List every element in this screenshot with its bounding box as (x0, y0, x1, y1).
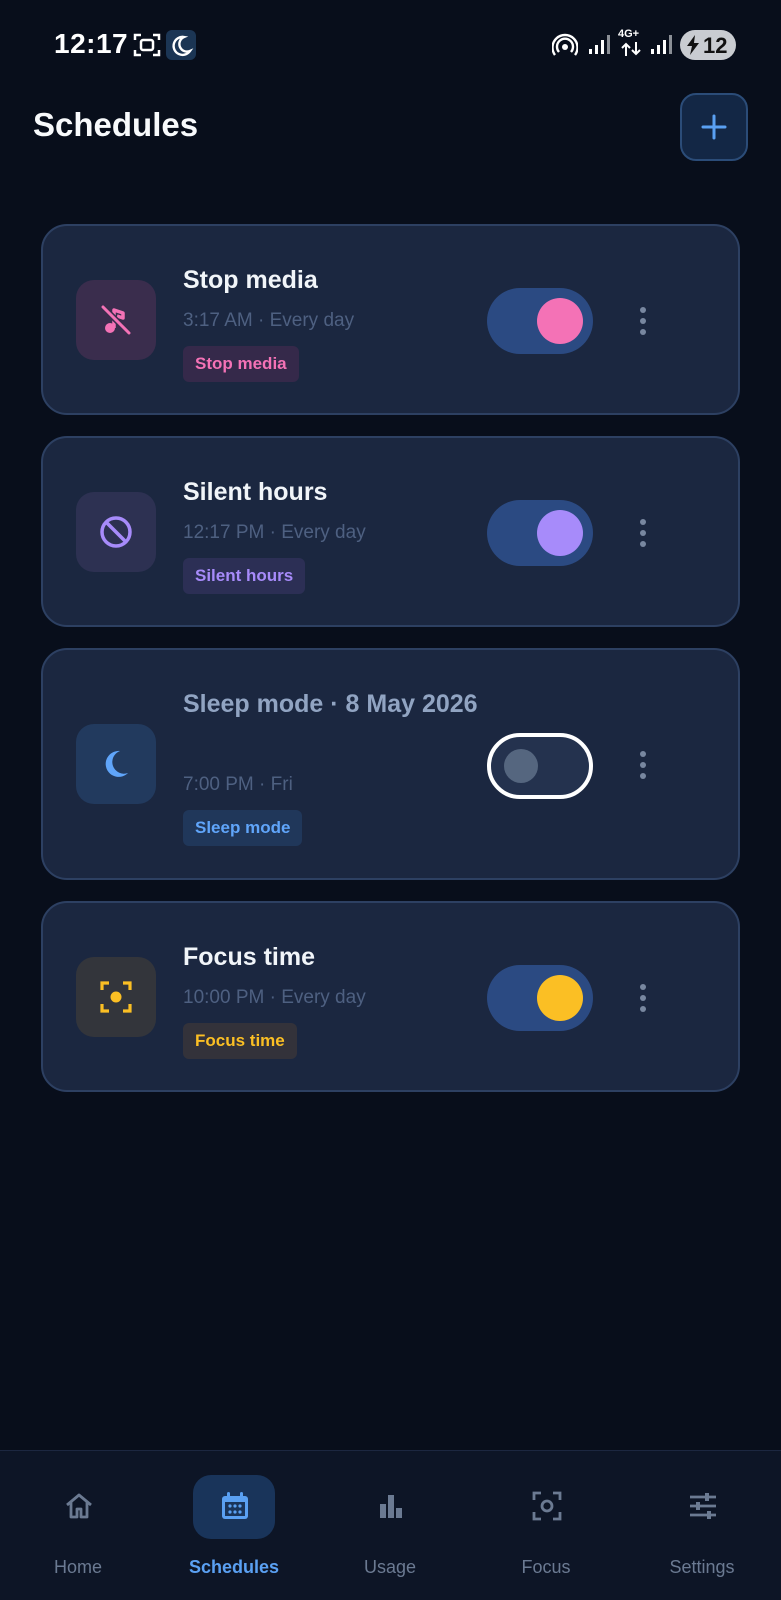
nav-label: Usage (363, 1557, 417, 1577)
block-icon (100, 516, 132, 548)
schedule-icon-tile (76, 492, 156, 572)
data-arrows-icon (621, 42, 641, 56)
nav-label: Settings (669, 1557, 735, 1577)
schedule-time: 12:17 PM · Every day (183, 522, 366, 543)
schedule-tag: Stop media (183, 346, 299, 382)
nav-item-home[interactable]: Home (13, 1473, 143, 1583)
hotspot-icon (552, 33, 578, 56)
calendar-icon (222, 1492, 248, 1519)
schedules-screen: 12:17 4G+ 12 Schedules Stop media 3:17 A… (0, 0, 781, 1600)
schedule-toggle[interactable] (487, 965, 593, 1031)
schedule-toggle[interactable] (487, 733, 593, 799)
add-schedule-button[interactable] (680, 93, 748, 161)
schedule-tag: Silent hours (183, 558, 306, 594)
toggle-knob (537, 975, 583, 1021)
toggle-knob (504, 749, 538, 783)
schedule-card-sleep-mode[interactable]: Sleep mode · 8 May 2026 7:00 PM · Fri Sl… (41, 648, 740, 880)
focus-frame-icon (532, 1491, 562, 1521)
nav-item-focus[interactable]: Focus (481, 1473, 611, 1583)
schedule-time: 10:00 PM · Every day (183, 987, 366, 1008)
charging-bolt-icon (687, 35, 699, 55)
nav-item-usage[interactable]: Usage (325, 1473, 455, 1583)
status-bar: 12:17 4G+ 12 (0, 0, 781, 90)
signal-bars-icon (589, 35, 610, 54)
moon-icon (105, 750, 128, 777)
schedule-time: 7:00 PM · Fri (183, 774, 293, 795)
schedule-icon-tile (76, 957, 156, 1037)
network-type-indicator: 4G+ (618, 28, 644, 58)
schedule-title: Stop media (183, 266, 318, 294)
music-off-icon (100, 304, 132, 336)
schedule-title: Focus time (183, 943, 315, 971)
schedule-toggle[interactable] (487, 500, 593, 566)
bar-chart-icon (380, 1495, 402, 1518)
status-time: 12:17 (54, 28, 129, 59)
screenshot-scan-icon (133, 33, 161, 57)
bottom-navigation: Home Schedules Usage Focus Settings (0, 1450, 781, 1600)
schedule-toggle[interactable] (487, 288, 593, 354)
nav-item-schedules[interactable]: Schedules (169, 1473, 299, 1583)
toggle-knob (537, 510, 583, 556)
more-options-button[interactable] (623, 296, 663, 346)
schedule-card-silent-hours[interactable]: Silent hours 12:17 PM · Every day Silent… (41, 436, 740, 627)
signal-bars-secondary-icon (651, 35, 672, 54)
dnd-moon-icon (166, 30, 196, 60)
more-options-button[interactable] (623, 740, 663, 790)
page-title: Schedules (33, 106, 199, 143)
schedule-icon-tile (76, 280, 156, 360)
more-options-button[interactable] (623, 973, 663, 1023)
schedule-tag: Sleep mode (183, 810, 303, 846)
schedule-card-focus-time[interactable]: Focus time 10:00 PM · Every day Focus ti… (41, 901, 740, 1092)
more-options-button[interactable] (623, 508, 663, 558)
schedule-title: Silent hours (183, 478, 328, 506)
nav-item-settings[interactable]: Settings (637, 1473, 767, 1583)
nav-label: Focus (521, 1557, 571, 1577)
nav-label: Home (53, 1557, 102, 1577)
focus-center-icon (100, 981, 132, 1013)
schedule-time: 3:17 AM · Every day (183, 310, 355, 331)
home-icon (66, 1493, 92, 1519)
sliders-icon (690, 1493, 716, 1519)
battery-indicator: 12 (680, 30, 736, 60)
network-type-label: 4G+ (618, 28, 640, 40)
schedule-card-stop-media[interactable]: Stop media 3:17 AM · Every day Stop medi… (41, 224, 740, 415)
toggle-knob (537, 298, 583, 344)
schedule-tag: Focus time (183, 1023, 297, 1059)
nav-label: Schedules (188, 1557, 280, 1577)
battery-level: 12 (703, 33, 728, 58)
plus-icon (701, 114, 727, 140)
schedule-title: Sleep mode · 8 May 2026 (183, 690, 478, 718)
schedule-icon-tile (76, 724, 156, 804)
